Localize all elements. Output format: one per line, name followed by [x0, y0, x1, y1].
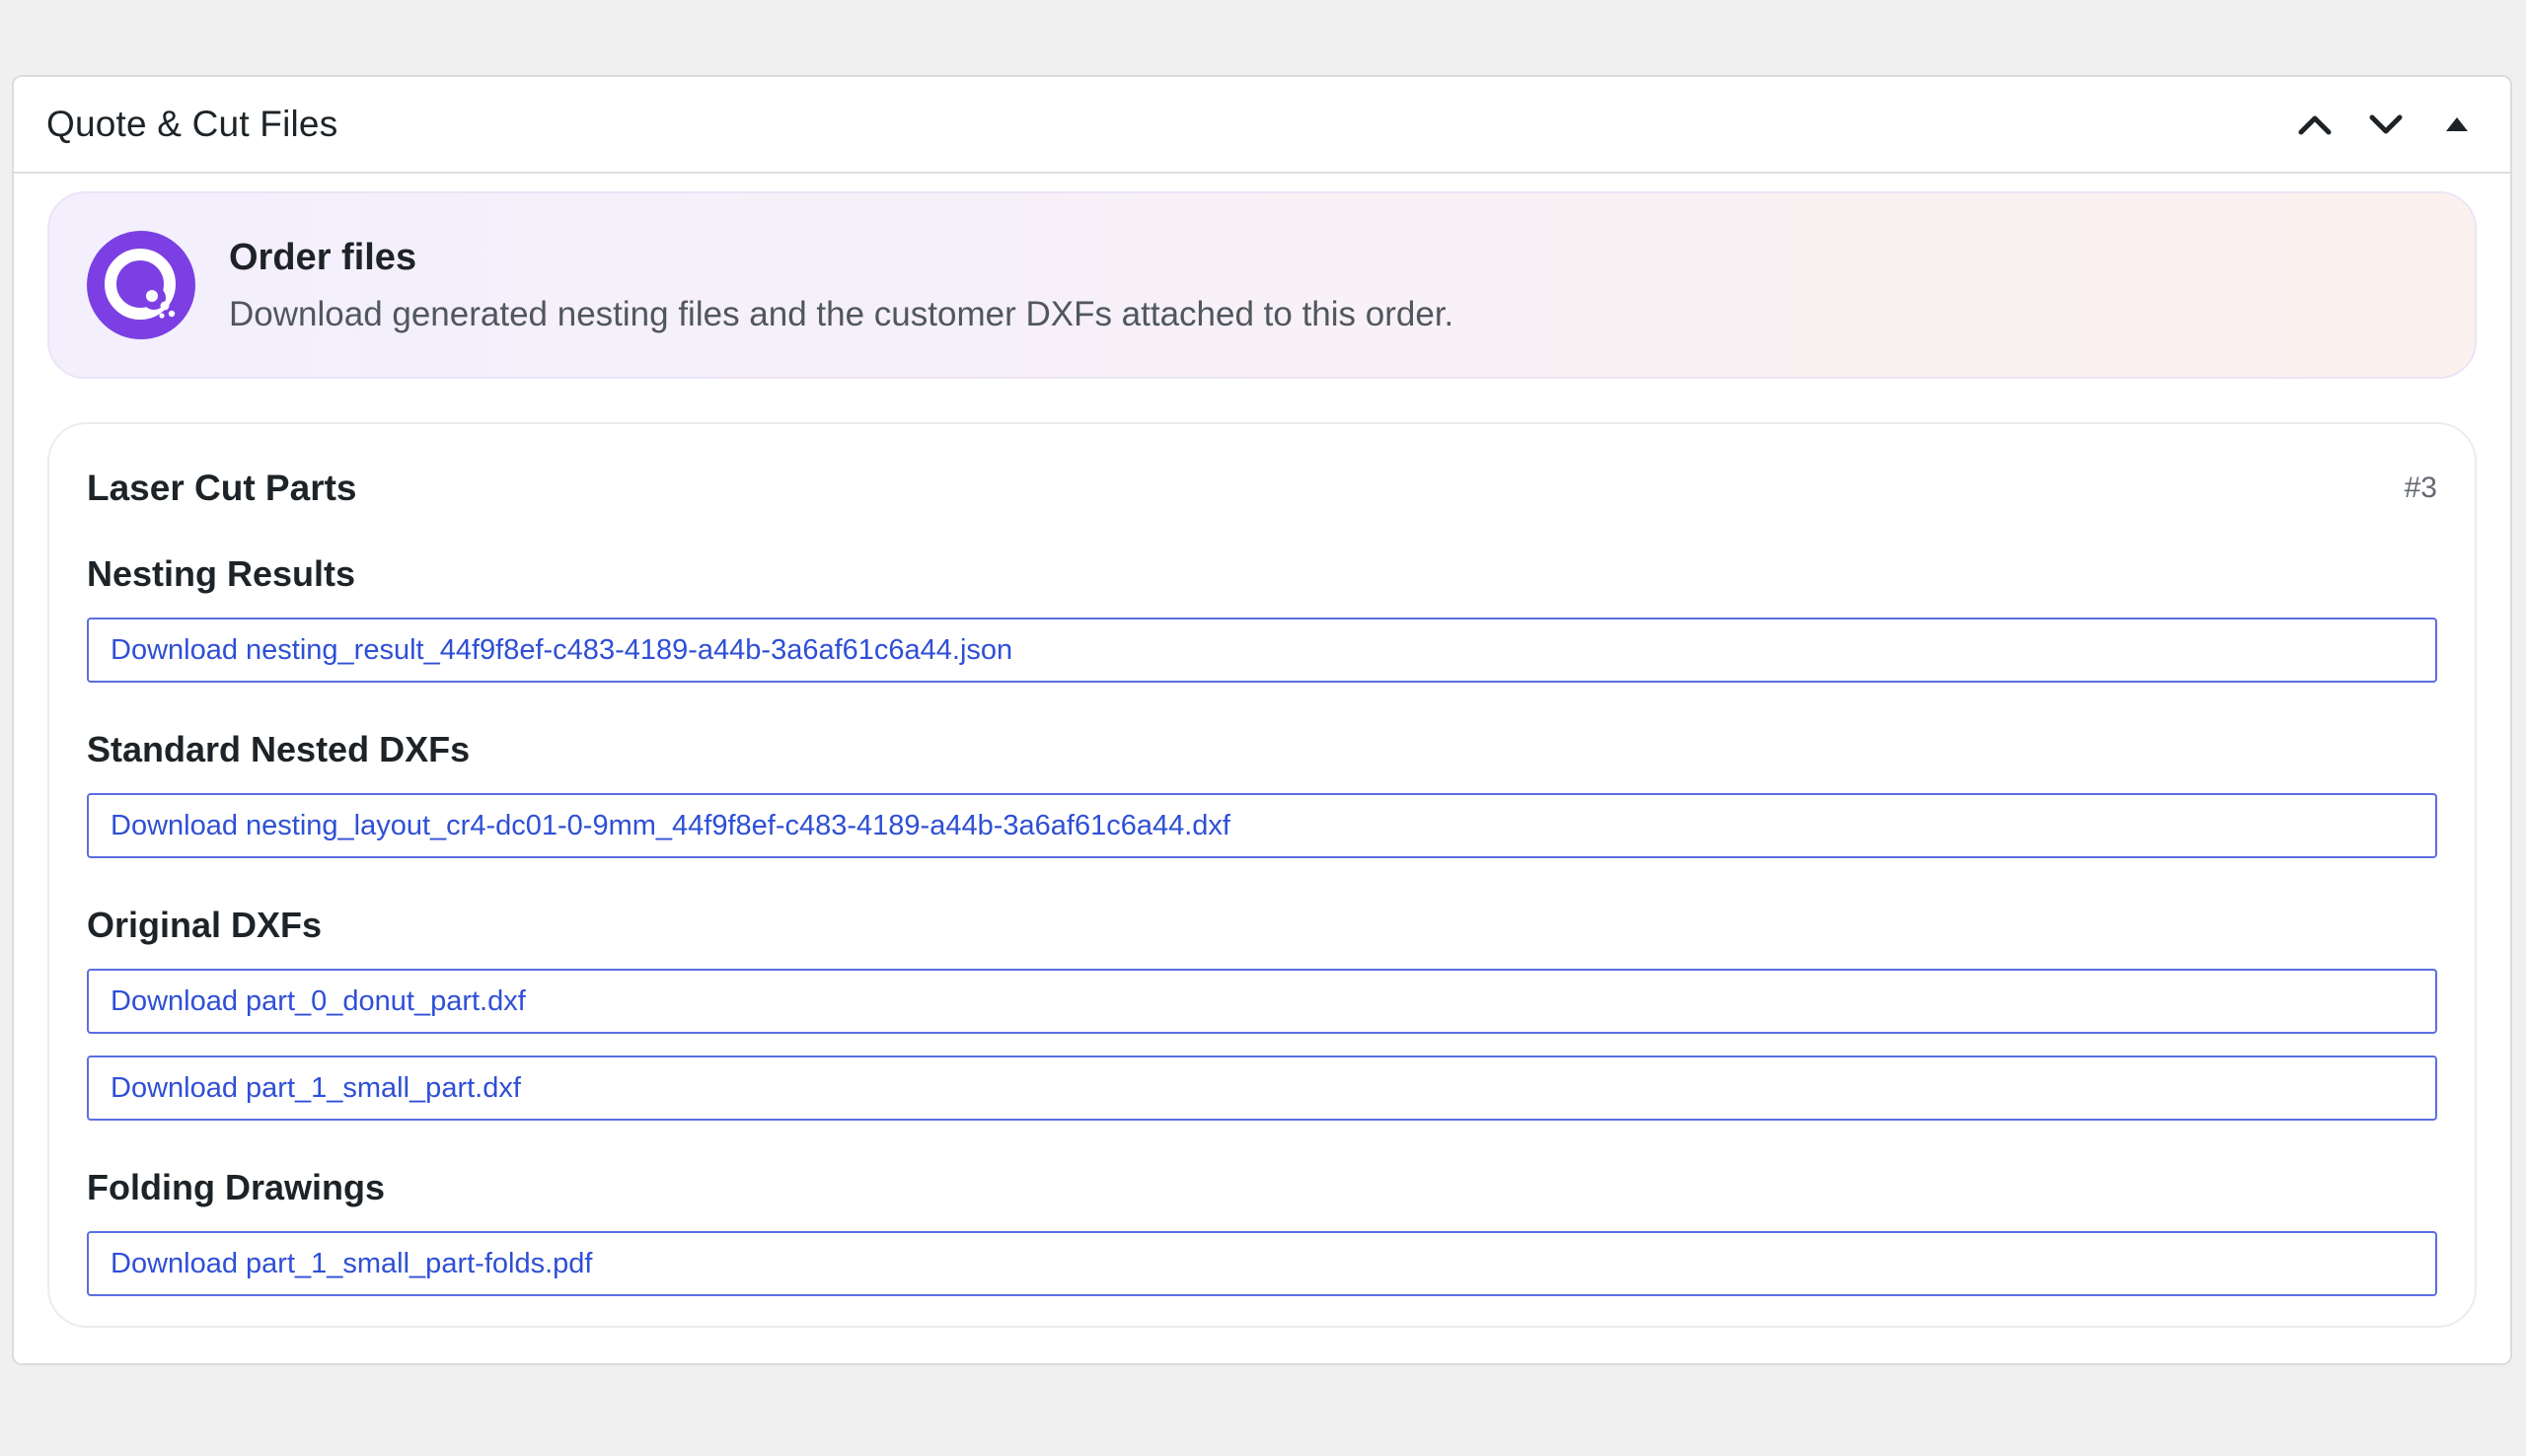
panel-controls: [2281, 91, 2490, 158]
original-dxfs-section: Original DXFs Download part_0_donut_part…: [87, 904, 2437, 1121]
move-down-button[interactable]: [2352, 91, 2419, 158]
download-part-0-link[interactable]: Download part_0_donut_part.dxf: [87, 969, 2437, 1034]
banner-text: Order files Download generated nesting f…: [229, 237, 1453, 334]
chevron-down-icon: [2369, 114, 2403, 134]
laser-cut-parts-card: Laser Cut Parts #3 Nesting Results Downl…: [47, 422, 2477, 1328]
panel-title: Quote & Cut Files: [46, 104, 338, 144]
chevron-up-icon: [2298, 115, 2332, 135]
download-nesting-layout-link[interactable]: Download nesting_layout_cr4-dc01-0-9mm_4…: [87, 793, 2437, 858]
quote-cut-files-panel: Quote & Cut Files Order files Download g…: [12, 75, 2512, 1365]
quote-logo-icon: [87, 231, 195, 339]
panel-header: Quote & Cut Files: [14, 77, 2510, 174]
standard-nested-dxfs-section: Standard Nested DXFs Download nesting_la…: [87, 728, 2437, 858]
panel-body: Order files Download generated nesting f…: [14, 174, 2510, 1328]
download-folds-pdf-link[interactable]: Download part_1_small_part-folds.pdf: [87, 1231, 2437, 1296]
caret-up-icon: [2446, 117, 2468, 131]
nesting-results-section: Nesting Results Download nesting_result_…: [87, 552, 2437, 683]
card-header: Laser Cut Parts #3: [87, 466, 2437, 511]
folding-drawings-section: Folding Drawings Download part_1_small_p…: [87, 1166, 2437, 1296]
section-title: Folding Drawings: [87, 1167, 385, 1207]
download-part-1-link[interactable]: Download part_1_small_part.dxf: [87, 1056, 2437, 1121]
section-title: Nesting Results: [87, 553, 356, 594]
download-nesting-result-link[interactable]: Download nesting_result_44f9f8ef-c483-41…: [87, 618, 2437, 683]
card-title: Laser Cut Parts: [87, 468, 357, 508]
toggle-panel-button[interactable]: [2423, 91, 2490, 158]
item-count-label: #3: [2404, 472, 2437, 504]
order-files-banner: Order files Download generated nesting f…: [47, 191, 2477, 379]
section-title: Standard Nested DXFs: [87, 729, 471, 769]
move-up-button[interactable]: [2281, 91, 2348, 158]
banner-description: Download generated nesting files and the…: [229, 294, 1454, 333]
banner-title: Order files: [229, 236, 417, 278]
section-title: Original DXFs: [87, 905, 323, 945]
